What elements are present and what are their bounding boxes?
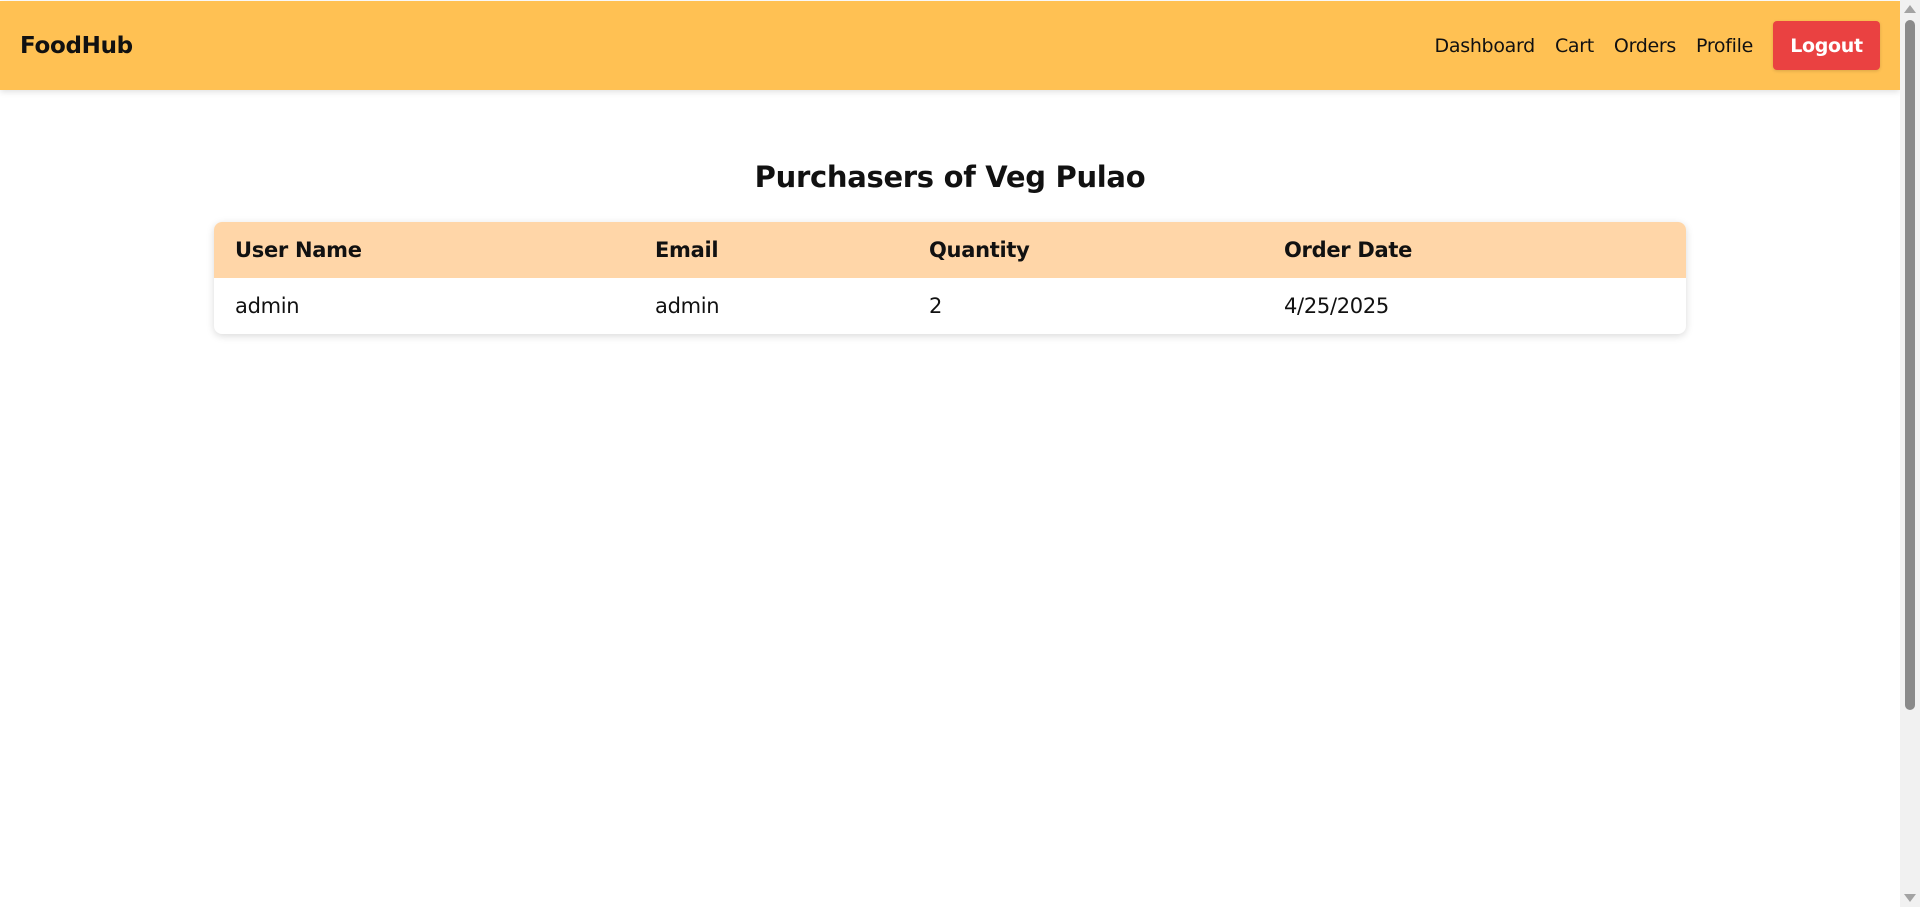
table-header-row: User Name Email Quantity Order Date [214, 222, 1686, 278]
nav-link-cart[interactable]: Cart [1555, 35, 1594, 57]
table-body: admin admin 2 4/25/2025 [214, 278, 1686, 334]
page-title: Purchasers of Veg Pulao [754, 160, 1146, 194]
vertical-scrollbar[interactable] [1900, 0, 1920, 907]
nav-links: Dashboard Cart Orders Profile Logout [1435, 21, 1880, 70]
scroll-down-arrow-icon[interactable] [1904, 894, 1916, 902]
table-header: User Name Email Quantity Order Date [214, 222, 1686, 278]
column-header-user-name: User Name [235, 238, 362, 262]
brand-logo[interactable]: FoodHub [20, 33, 133, 59]
cell-order-date: 4/25/2025 [1284, 294, 1389, 318]
column-header-email: Email [655, 238, 719, 262]
nav-link-dashboard[interactable]: Dashboard [1435, 35, 1536, 57]
purchasers-table: User Name Email Quantity Order Date admi… [214, 222, 1686, 334]
scroll-thumb[interactable] [1905, 20, 1915, 710]
cell-email: admin [655, 294, 720, 318]
page: FoodHub Dashboard Cart Orders Profile Lo… [0, 0, 1900, 907]
browser-viewport: FoodHub Dashboard Cart Orders Profile Lo… [0, 0, 1920, 907]
table-row: admin admin 2 4/25/2025 [214, 278, 1686, 334]
nav-link-profile[interactable]: Profile [1696, 35, 1753, 57]
nav-link-orders[interactable]: Orders [1614, 35, 1676, 57]
navbar: FoodHub Dashboard Cart Orders Profile Lo… [0, 1, 1900, 90]
column-header-quantity: Quantity [929, 238, 1030, 262]
logout-button[interactable]: Logout [1773, 21, 1880, 70]
column-header-order-date: Order Date [1284, 238, 1413, 262]
purchasers-table-card: User Name Email Quantity Order Date admi… [214, 222, 1686, 334]
scroll-up-arrow-icon[interactable] [1904, 5, 1916, 13]
cell-quantity: 2 [929, 294, 943, 318]
cell-user-name: admin [235, 294, 300, 318]
